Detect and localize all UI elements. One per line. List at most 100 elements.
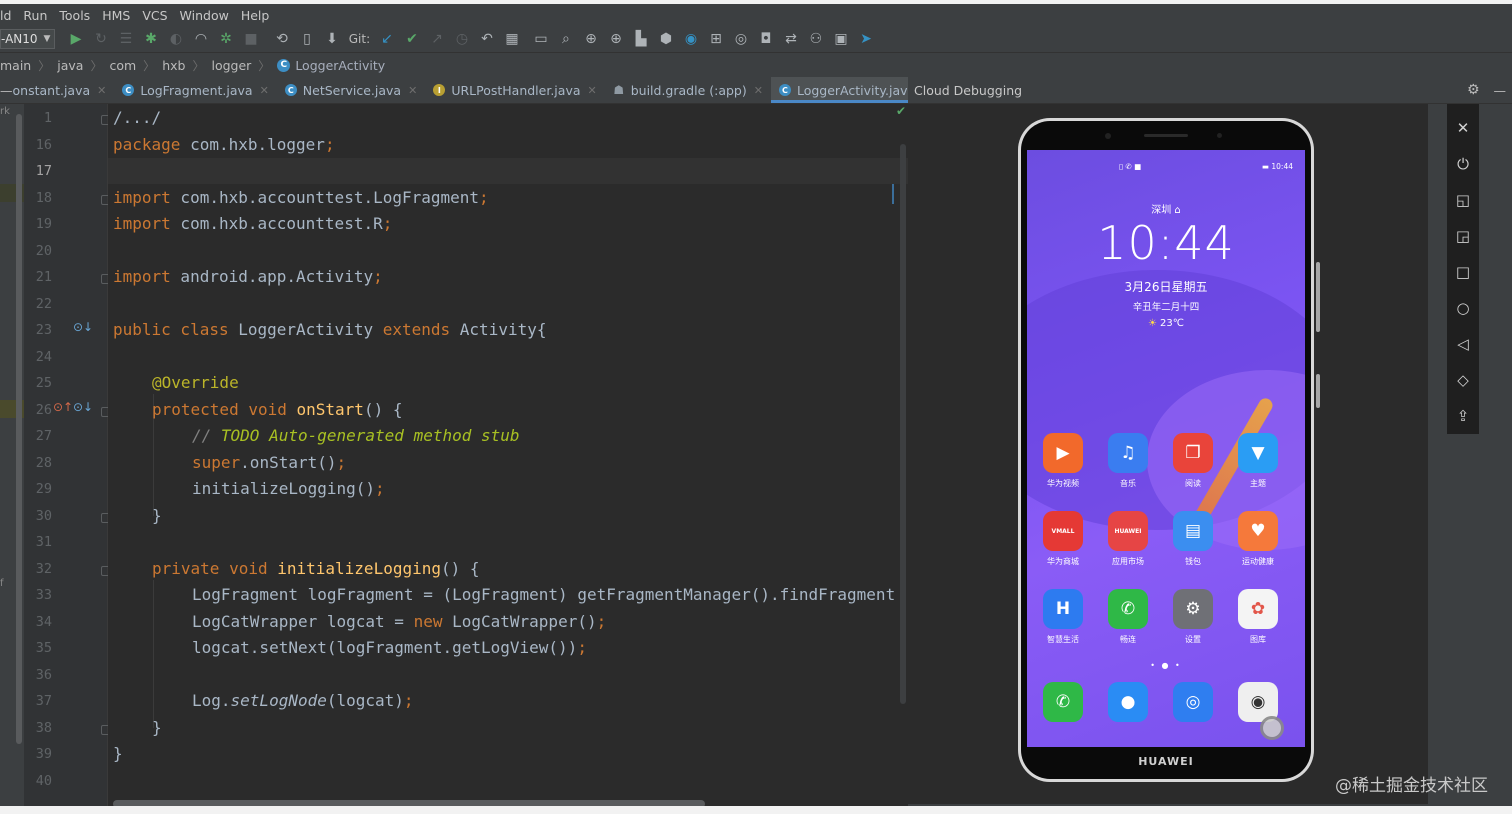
vertical-scrollbar[interactable]: [900, 144, 906, 704]
code-line-23: public class LoggerActivity extends Acti…: [113, 320, 546, 339]
square-nav-icon[interactable]: □: [1447, 254, 1479, 290]
override-marker-icon[interactable]: ⊙↑: [53, 400, 73, 414]
git-label: Git:: [348, 32, 371, 46]
app-reading[interactable]: ❐ 阅读: [1171, 433, 1215, 489]
git-update-icon[interactable]: ↙: [374, 28, 399, 50]
menu-window[interactable]: Window: [174, 8, 235, 23]
close-icon[interactable]: ✕: [588, 84, 597, 97]
tab-urlposthandler[interactable]: I URLPostHandler.java ✕: [425, 77, 604, 103]
profile-icon[interactable]: ◐: [163, 28, 188, 50]
collapse-icon[interactable]: —: [0, 77, 13, 103]
implemented-marker-icon[interactable]: ⊙↓: [73, 320, 93, 334]
weather-widget[interactable]: ☀ 23℃: [1027, 318, 1305, 329]
menu-run[interactable]: Run: [17, 8, 53, 23]
menu-help[interactable]: Help: [235, 8, 276, 23]
stop-icon[interactable]: ■: [238, 28, 263, 50]
app-vmall[interactable]: VMALL 华为商城: [1041, 511, 1085, 567]
search-icon[interactable]: ⌕: [553, 28, 578, 50]
dock-messages[interactable]: ●: [1106, 682, 1150, 722]
back-triangle-icon[interactable]: ◁: [1447, 326, 1479, 362]
app-settings[interactable]: ⚙ 设置: [1171, 589, 1215, 645]
app-appgallery[interactable]: HUAWEI 应用市场: [1106, 511, 1150, 567]
hms-send-icon[interactable]: ➤: [853, 28, 878, 50]
app-wallet[interactable]: ▤ 钱包: [1171, 511, 1215, 567]
hms-toolkit-icon[interactable]: ⊕: [578, 28, 603, 50]
project-structure-icon[interactable]: ▦: [499, 28, 524, 50]
dock-phone[interactable]: ✆: [1041, 682, 1085, 722]
attach-debugger-icon[interactable]: ◠: [188, 28, 213, 50]
phone-screen[interactable]: ▯ ✆ ■ ▬ 10:44 深圳 ⌂ 10:44 3月26日星期五 辛丑年二月十…: [1027, 150, 1305, 747]
close-icon[interactable]: ✕: [97, 84, 106, 97]
app-themes[interactable]: ▼ 主题: [1236, 433, 1280, 489]
menu-build[interactable]: ld: [0, 8, 17, 23]
app-music[interactable]: ♫ 音乐: [1106, 433, 1150, 489]
minimize-icon[interactable]: —: [1494, 83, 1507, 98]
app-gallery[interactable]: ✿ 图库: [1236, 589, 1280, 645]
rerun-icon[interactable]: ↻: [88, 28, 113, 50]
home-circle-icon[interactable]: ○: [1447, 290, 1479, 326]
floating-nav-button[interactable]: [1260, 716, 1284, 740]
menu-hms[interactable]: HMS: [96, 8, 136, 23]
hms-convert-icon[interactable]: ◘: [753, 28, 778, 50]
close-icon[interactable]: ✕: [260, 84, 269, 97]
menu-vcs[interactable]: VCS: [136, 8, 173, 23]
app-meetime[interactable]: ✆ 畅连: [1106, 589, 1150, 645]
folded-code[interactable]: /.../: [113, 108, 161, 127]
rotate-left-icon[interactable]: ◱: [1447, 182, 1479, 218]
git-push-icon[interactable]: ↗: [424, 28, 449, 50]
apply-changes-icon[interactable]: ✲: [213, 28, 238, 50]
hms-upload-icon[interactable]: ⇄: [778, 28, 803, 50]
rotate-right-icon[interactable]: ◲: [1447, 218, 1479, 254]
code-text: .onStart(): [240, 453, 337, 472]
hms-crash-icon[interactable]: ◉: [678, 28, 703, 50]
tool-window-letter[interactable]: f: [0, 578, 4, 589]
close-icon[interactable]: ✕: [1447, 110, 1479, 146]
app-huawei-video[interactable]: ▶ 华为视频: [1041, 433, 1085, 489]
sdk-manager-icon[interactable]: ⬇: [319, 28, 344, 50]
debug-icon[interactable]: ✱: [138, 28, 163, 50]
revert-icon[interactable]: ↶: [474, 28, 499, 50]
hms-cloud-icon[interactable]: ⬢: [653, 28, 678, 50]
code-editor[interactable]: ✔ /.../ package com.hxb.logger; import c…: [108, 104, 908, 814]
breadcrumb-logger[interactable]: logger: [211, 58, 251, 73]
close-icon[interactable]: ✕: [754, 84, 763, 97]
gear-icon[interactable]: ⚙: [1467, 82, 1480, 98]
semicolon: ;: [324, 135, 335, 154]
app-health[interactable]: ♥ 运动健康: [1236, 511, 1280, 567]
close-icon[interactable]: ✕: [408, 84, 417, 97]
app-label: 阅读: [1185, 479, 1201, 488]
coverage-icon[interactable]: ☰: [113, 28, 138, 50]
tool-window-label[interactable]: rk: [0, 106, 10, 117]
run-config-select[interactable]: -AN10 ▼: [0, 29, 56, 49]
dock-browser[interactable]: ◎: [1171, 682, 1215, 722]
run-icon[interactable]: ▶: [63, 28, 88, 50]
tab-build-gradle[interactable]: ☗ build.gradle (:app) ✕: [605, 77, 771, 103]
sync-icon[interactable]: ⟲: [269, 28, 294, 50]
power-icon[interactable]: ⏻: [1447, 146, 1479, 182]
upload-icon[interactable]: ⇪: [1447, 398, 1479, 434]
scrollbar[interactable]: [16, 114, 22, 744]
avd-manager-icon[interactable]: ▯: [294, 28, 319, 50]
hms-add-icon[interactable]: ⊕: [603, 28, 628, 50]
tag-icon[interactable]: ◇: [1447, 362, 1479, 398]
breadcrumb-main[interactable]: main: [0, 58, 31, 73]
tab-netservice[interactable]: C NetService.java ✕: [277, 77, 426, 103]
hms-debug-icon[interactable]: ⚇: [803, 28, 828, 50]
hms-check-icon[interactable]: ◎: [728, 28, 753, 50]
breadcrumb-java[interactable]: java: [57, 58, 83, 73]
hms-device-icon[interactable]: ▣: [828, 28, 853, 50]
breadcrumb-hxb[interactable]: hxb: [162, 58, 185, 73]
breadcrumb-class[interactable]: C LoggerActivity: [277, 58, 385, 73]
line-number: 40: [35, 773, 52, 789]
app-ai-life[interactable]: H 智慧生活: [1041, 589, 1085, 645]
breadcrumb-com[interactable]: com: [109, 58, 136, 73]
hms-docs-icon[interactable]: ▙: [628, 28, 653, 50]
tab-logfragment[interactable]: C LogFragment.java ✕: [114, 77, 276, 103]
terminal-icon[interactable]: ▭: [528, 28, 553, 50]
implemented-marker-icon[interactable]: ⊙↓: [73, 400, 93, 414]
history-icon[interactable]: ◷: [449, 28, 474, 50]
hms-find-icon[interactable]: ⊞: [703, 28, 728, 50]
git-commit-icon[interactable]: ✔: [399, 28, 424, 50]
tab-constant[interactable]: onstant.java ✕: [13, 77, 115, 103]
menu-tools[interactable]: Tools: [53, 8, 96, 23]
